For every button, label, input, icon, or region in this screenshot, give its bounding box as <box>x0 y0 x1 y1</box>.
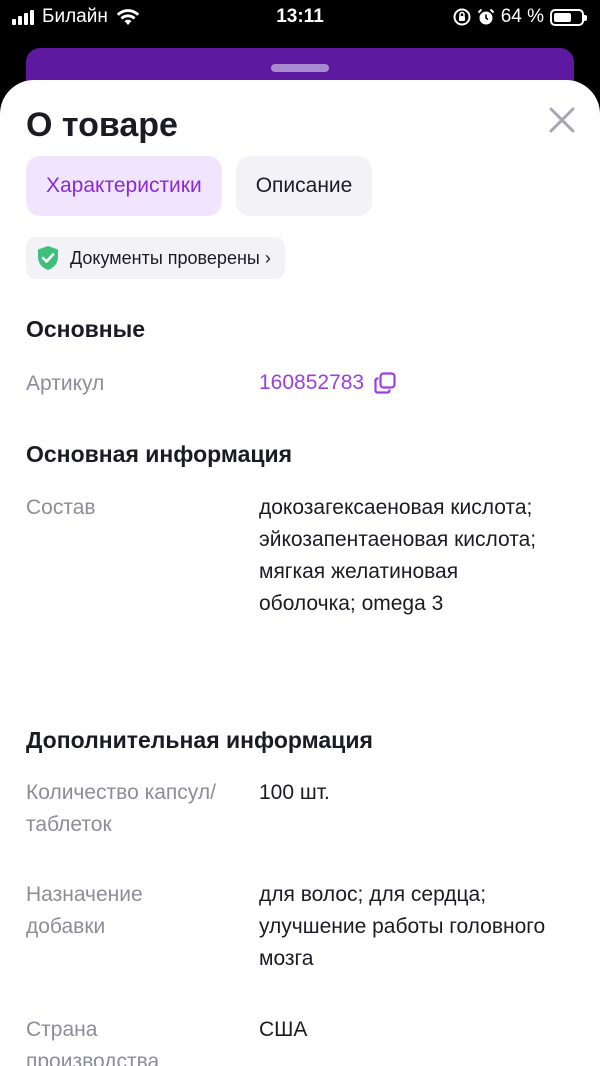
status-bar: Билайн 13:11 64 % <box>0 0 600 40</box>
tab-bar: Характеристики Описание <box>26 156 373 216</box>
row-value-country: США <box>259 1018 308 1041</box>
tab-description[interactable]: Описание <box>235 156 373 216</box>
sheet-title: О товаре <box>26 106 178 144</box>
section-title-additional-info: Дополнительная информация <box>26 727 373 753</box>
sheet-drag-handle[interactable] <box>271 64 329 72</box>
sku-number: 160852783 <box>259 371 365 394</box>
copy-icon[interactable] <box>374 372 396 394</box>
documents-verified-label: Документы проверены › <box>70 247 271 268</box>
row-label-capsule-count: Количество капсул/таблеток <box>26 781 216 836</box>
row-value-supplement-purpose: для волос; для сердца; улучшение работы … <box>259 883 546 970</box>
shield-check-icon <box>38 246 58 270</box>
documents-verified-link[interactable]: Документы проверены › <box>26 237 285 279</box>
row-value-sku: 160852783 <box>259 367 559 399</box>
section-title-basic-info: Основная информация <box>26 441 293 467</box>
row-label-composition: Состав <box>26 496 96 519</box>
tab-characteristics[interactable]: Характеристики <box>26 156 222 216</box>
section-title-main: Основные <box>26 316 146 342</box>
row-label-supplement-purpose: Назначение добавки <box>26 883 143 938</box>
row-value-composition: докозагексаеновая кислота; эйкозапентаен… <box>259 496 537 615</box>
battery-percent: 64 % <box>500 6 544 27</box>
battery-icon <box>550 8 587 26</box>
orientation-lock-icon <box>453 8 471 26</box>
close-icon[interactable] <box>546 104 578 136</box>
row-value-capsule-count: 100 шт. <box>259 781 330 804</box>
row-label-sku: Артикул <box>26 372 105 395</box>
status-bar-right: 64 % <box>453 6 587 28</box>
row-label-country: Страна производства <box>26 1018 160 1066</box>
alarm-icon <box>477 8 494 25</box>
product-info-sheet: О товаре Характеристики Описание Докумен… <box>0 80 600 1066</box>
